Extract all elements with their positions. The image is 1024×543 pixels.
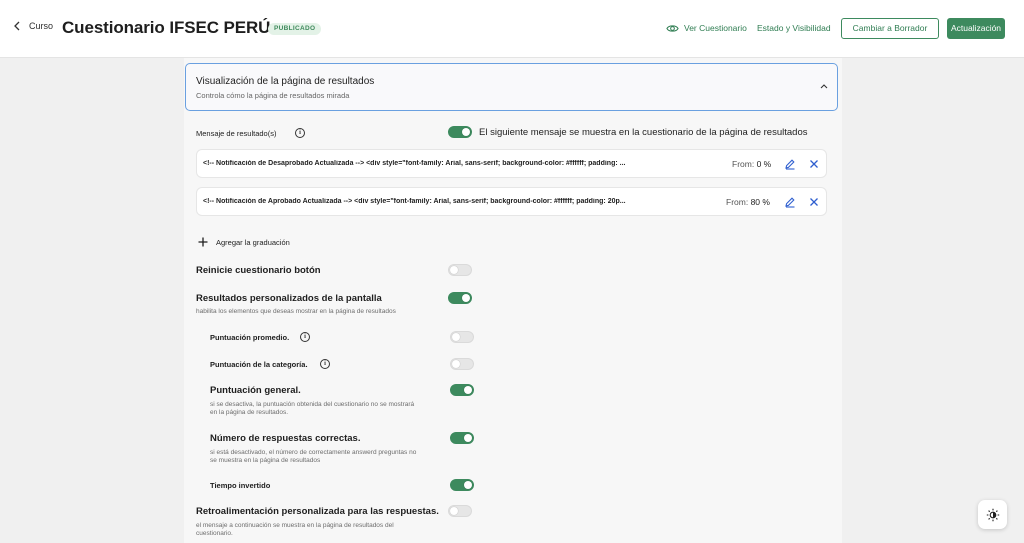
from-range: From: 0 %	[732, 159, 771, 169]
general-score-toggle[interactable]	[450, 384, 474, 396]
chevron-up-icon[interactable]	[820, 83, 828, 89]
info-icon[interactable]: i	[295, 128, 305, 138]
info-icon[interactable]: i	[320, 359, 330, 369]
time-spent-label: Tiempo invertido	[210, 481, 271, 490]
pencil-icon[interactable]	[784, 196, 796, 208]
add-graduation-button[interactable]: Agregar la graduación	[198, 237, 290, 247]
time-spent-toggle[interactable]	[450, 479, 474, 491]
toggle-knob	[450, 266, 458, 274]
switch-to-draft-button[interactable]: Cambiar a Borrador	[841, 18, 939, 39]
toggle-knob	[452, 360, 460, 368]
update-button[interactable]: Actualización	[947, 18, 1005, 39]
result-message-label: Mensaje de resultado(s)	[196, 129, 277, 138]
section-subtitle: Controla cómo la página de resultados mi…	[196, 91, 350, 100]
restart-quiz-button-label: Reinicie cuestionario botón	[196, 265, 321, 276]
close-icon[interactable]	[809, 197, 819, 207]
from-value: 80 %	[750, 197, 770, 207]
close-icon[interactable]	[809, 159, 819, 169]
correct-answers-description-line2: se muestra en la página de resultados	[210, 457, 321, 464]
results-settings-panel: Visualización de la página de resultados…	[184, 58, 842, 543]
info-icon[interactable]: i	[300, 332, 310, 342]
toggle-knob	[462, 294, 470, 302]
status-badge: PUBLICADO	[268, 23, 322, 35]
toggle-knob	[452, 333, 460, 341]
top-header: Curso Cuestionario IFSEC PERÚ PUBLICADO …	[0, 0, 1024, 58]
restart-quiz-button-toggle[interactable]	[448, 264, 472, 276]
toggle-knob	[462, 128, 470, 136]
add-graduation-label: Agregar la graduación	[216, 237, 290, 247]
general-score-description-line2: en la página de resultados.	[210, 409, 289, 416]
custom-feedback-description-line2: cuestionario.	[196, 530, 233, 537]
category-score-label: Puntuación de la categoría.	[210, 360, 308, 369]
section-title: Visualización de la página de resultados	[196, 76, 375, 87]
toggle-knob	[450, 507, 458, 515]
theme-toggle-button[interactable]	[978, 500, 1007, 529]
view-quiz-link[interactable]: Ver Cuestionario	[684, 23, 747, 33]
toggle-knob	[464, 434, 472, 442]
custom-results-toggle[interactable]	[448, 292, 472, 304]
from-value: 0 %	[756, 159, 772, 169]
result-message-toggle-description: El siguiente mensaje se muestra en la cu…	[479, 127, 808, 138]
result-message-toggle[interactable]	[448, 126, 472, 138]
plus-icon	[198, 237, 208, 247]
custom-feedback-toggle[interactable]	[448, 505, 472, 517]
correct-answers-toggle[interactable]	[450, 432, 474, 444]
general-score-label: Puntuación general.	[210, 385, 301, 396]
result-message-text: <!-- Notificación de Aprobado Actualizad…	[203, 198, 626, 205]
from-range: From: 80 %	[726, 197, 770, 207]
page-title: Cuestionario IFSEC PERÚ	[62, 18, 271, 37]
average-score-label: Puntuación promedio.	[210, 333, 290, 342]
result-message-card[interactable]: <!-- Notificación de Aprobado Actualizad…	[196, 187, 827, 216]
toggle-knob	[464, 386, 472, 394]
results-page-accordion-header[interactable]: Visualización de la página de resultados…	[185, 63, 838, 111]
result-message-text: <!-- Notificación de Desaprobado Actuali…	[203, 160, 626, 167]
custom-results-description: habilita los elementos que deseas mostra…	[196, 308, 396, 315]
back-to-course-link[interactable]: Curso	[13, 21, 53, 31]
toggle-knob	[464, 481, 472, 489]
chevron-left-icon	[14, 21, 20, 31]
custom-results-label: Resultados personalizados de la pantalla	[196, 293, 382, 304]
correct-answers-label: Número de respuestas correctas.	[210, 433, 361, 444]
average-score-toggle[interactable]	[450, 331, 474, 343]
from-label: From:	[732, 159, 755, 169]
from-label: From:	[726, 197, 749, 207]
pencil-icon[interactable]	[784, 158, 796, 170]
result-message-card[interactable]: <!-- Notificación de Desaprobado Actuali…	[196, 149, 827, 178]
brightness-icon	[986, 508, 999, 521]
custom-feedback-label: Retroalimentación personalizada para las…	[196, 506, 439, 517]
eye-icon[interactable]	[666, 22, 679, 35]
category-score-toggle[interactable]	[450, 358, 474, 370]
status-visibility-link[interactable]: Estado y Visibilidad	[757, 23, 831, 33]
back-label: Curso	[29, 21, 54, 31]
